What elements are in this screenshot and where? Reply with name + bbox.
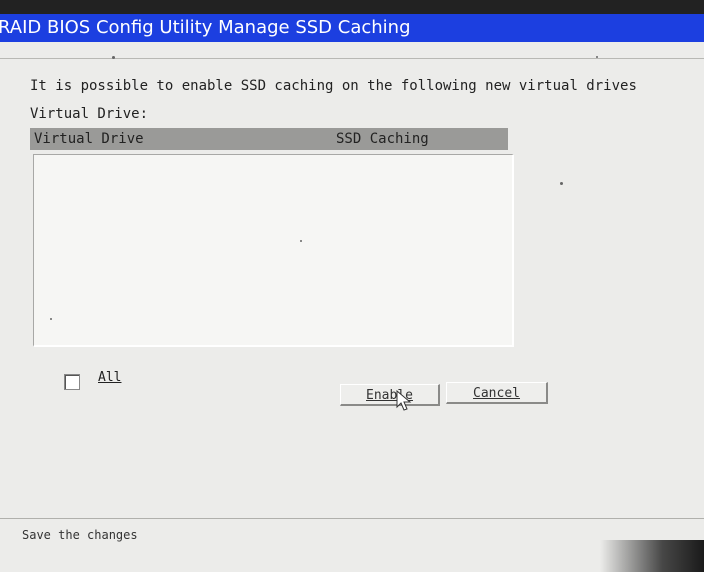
virtual-drive-list[interactable] — [33, 154, 514, 347]
screen-speck — [112, 56, 115, 59]
title-bar: RAID BIOS Config Utility Manage SSD Cach… — [0, 14, 704, 42]
all-checkbox-label[interactable]: All — [98, 370, 121, 385]
column-header-ssd-caching: SSD Caching — [336, 131, 429, 147]
screen-speck — [50, 318, 52, 320]
status-bar-text: Save the changes — [22, 528, 138, 542]
bios-screen: RAID BIOS Config Utility Manage SSD Cach… — [0, 0, 704, 572]
screen-bezel-bottom — [600, 540, 704, 572]
screen-speck — [560, 182, 563, 185]
status-divider — [0, 518, 704, 519]
cancel-button[interactable]: Cancel — [446, 382, 548, 404]
column-header-virtual-drive: Virtual Drive — [34, 131, 144, 147]
cancel-button-label: Cancel — [473, 386, 520, 401]
table-header: Virtual Drive SSD Caching — [30, 128, 508, 150]
screen-speck — [300, 240, 302, 242]
enable-button[interactable]: Enable — [340, 384, 440, 406]
screen-speck — [596, 56, 598, 58]
description-text: It is possible to enable SSD caching on … — [30, 78, 637, 94]
panel-divider — [0, 58, 704, 59]
window-title: RAID BIOS Config Utility Manage SSD Cach… — [0, 17, 411, 38]
screen-bezel-top — [0, 0, 704, 14]
virtual-drive-label: Virtual Drive: — [30, 106, 149, 122]
all-checkbox[interactable] — [64, 374, 80, 390]
mouse-pointer-icon — [396, 390, 412, 411]
